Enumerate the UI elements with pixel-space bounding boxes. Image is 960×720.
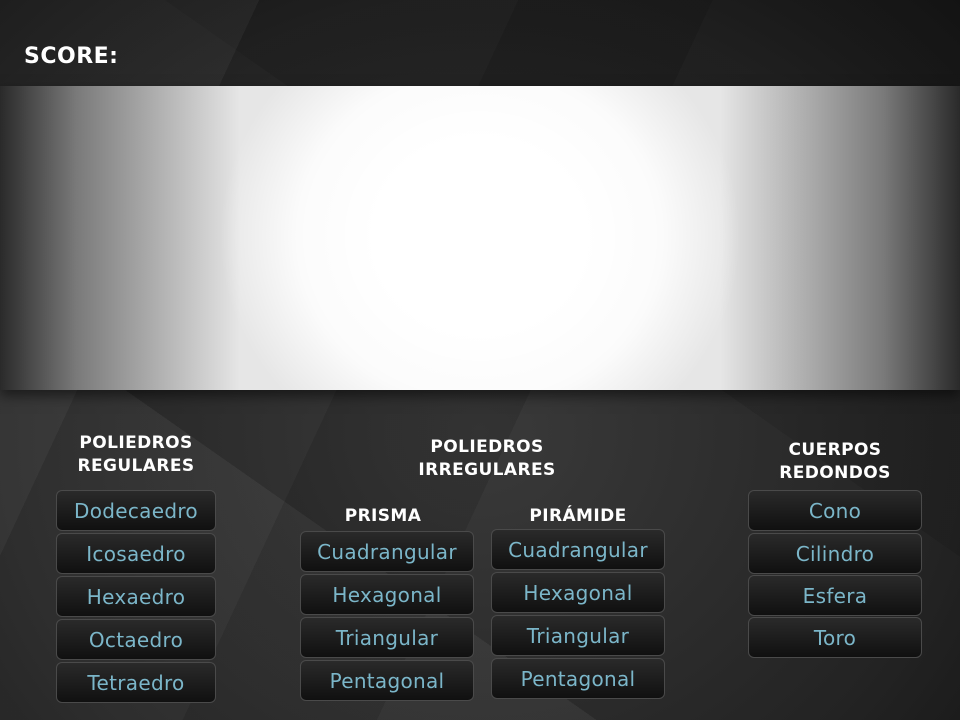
irregulares-heading-line2: IRREGULARES xyxy=(418,460,556,480)
prisma-heading: PRISMA xyxy=(344,506,422,526)
tile-prisma-cuadrangular[interactable]: Cuadrangular xyxy=(300,531,474,572)
tile-prisma-triangular[interactable]: Triangular xyxy=(300,617,474,658)
tile-piramide-triangular[interactable]: Triangular xyxy=(491,615,665,656)
tile-piramide-pentagonal[interactable]: Pentagonal xyxy=(491,658,665,699)
tile-tetraedro[interactable]: Tetraedro xyxy=(56,662,216,703)
tile-cono[interactable]: Cono xyxy=(748,490,922,531)
drop-stage[interactable] xyxy=(0,86,960,390)
irregulares-heading-line1: POLIEDROS xyxy=(430,437,544,457)
tile-piramide-hexagonal[interactable]: Hexagonal xyxy=(491,572,665,613)
piramide-heading: PIRÁMIDE xyxy=(529,506,627,526)
tile-esfera[interactable]: Esfera xyxy=(748,575,922,616)
regulares-heading-line1: POLIEDROS xyxy=(79,433,193,453)
tile-toro[interactable]: Toro xyxy=(748,617,922,658)
tile-piramide-cuadrangular[interactable]: Cuadrangular xyxy=(491,529,665,570)
tile-dodecaedro[interactable]: Dodecaedro xyxy=(56,490,216,531)
tile-hexaedro[interactable]: Hexaedro xyxy=(56,576,216,617)
tile-cilindro[interactable]: Cilindro xyxy=(748,533,922,574)
score-label: SCORE: xyxy=(24,44,119,69)
regulares-heading: POLIEDROS REGULARES xyxy=(56,432,216,478)
tile-octaedro[interactable]: Octaedro xyxy=(56,619,216,660)
redondos-heading-line2: REDONDOS xyxy=(779,463,891,483)
tile-prisma-pentagonal[interactable]: Pentagonal xyxy=(300,660,474,701)
irregulares-heading: POLIEDROS IRREGULARES xyxy=(387,436,587,482)
redondos-heading-line1: CUERPOS xyxy=(788,440,882,460)
redondos-heading: CUERPOS REDONDOS xyxy=(748,439,922,485)
tile-prisma-hexagonal[interactable]: Hexagonal xyxy=(300,574,474,615)
tile-icosaedro[interactable]: Icosaedro xyxy=(56,533,216,574)
regulares-heading-line2: REGULARES xyxy=(77,456,195,476)
